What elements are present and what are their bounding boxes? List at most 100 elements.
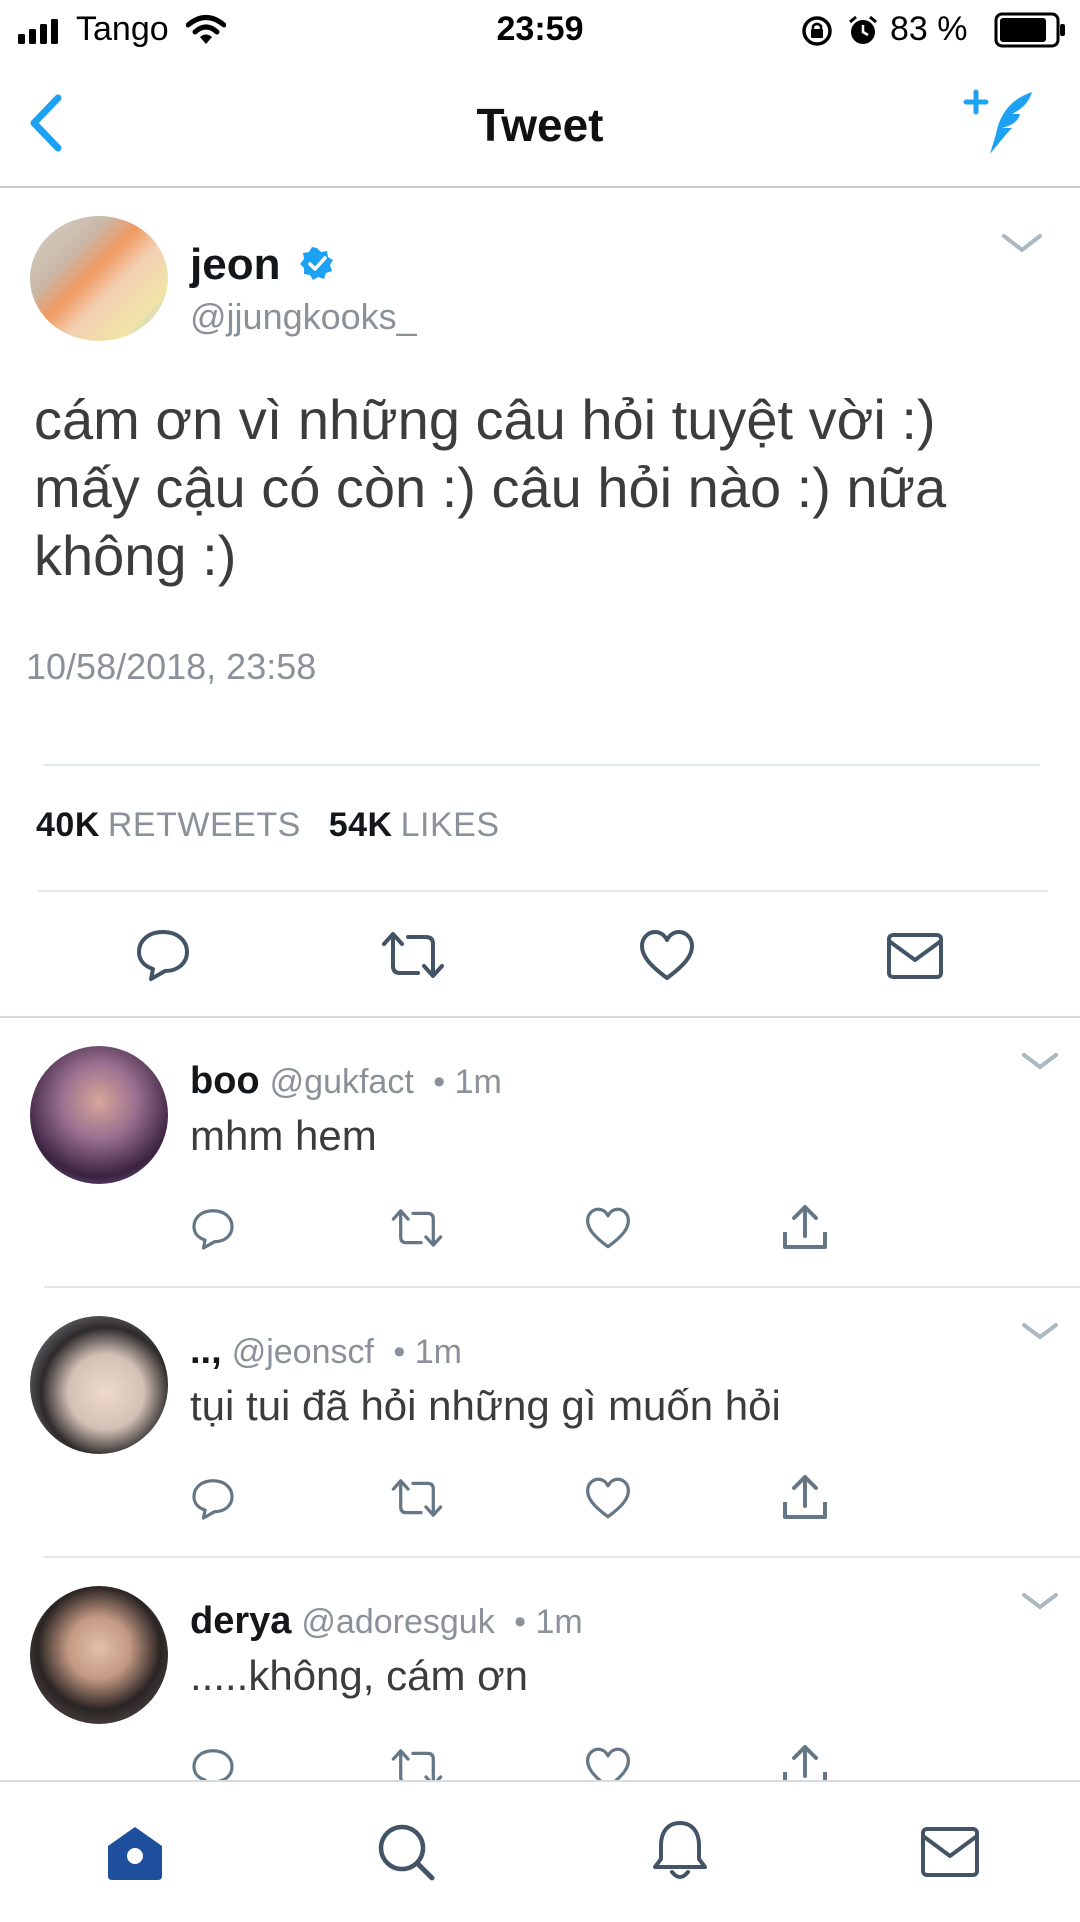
reply-action-bar [0,1202,1080,1258]
reply-item[interactable]: boo @gukfact • 1m mhm hem [0,1020,1080,1284]
home-icon [108,1827,162,1880]
share-button[interactable] [780,1742,830,1780]
retweet-button[interactable] [380,928,446,982]
share-button[interactable] [780,1202,830,1252]
share-icon [783,1205,827,1249]
reply-button[interactable] [190,1476,236,1522]
like-icon [586,1747,630,1780]
reply-button[interactable] [134,926,192,984]
reply-author-name[interactable]: boo [190,1060,260,1102]
reply-options-button[interactable] [1020,1590,1060,1612]
reply-header: boo @gukfact • 1m [190,1060,502,1103]
chevron-down-icon [1022,1053,1058,1070]
retweet-icon [391,1479,443,1517]
retweet-icon [382,932,444,978]
reply-icon [192,1479,234,1520]
author-handle[interactable]: @jjungkooks_ [190,296,417,338]
divider [38,890,1048,892]
like-button[interactable] [584,1206,632,1250]
battery-icon [994,12,1066,48]
tab-notifications[interactable] [650,1818,710,1884]
messages-icon [921,1827,979,1877]
divider [44,764,1040,766]
like-icon [585,1477,630,1519]
compose-tweet-button[interactable] [962,84,1042,164]
direct-message-button[interactable] [886,932,944,980]
tab-messages[interactable] [920,1826,980,1878]
tweet-action-bar [0,920,1080,992]
reply-avatar[interactable] [30,1586,168,1724]
likes-stat[interactable]: 54K LIKES [329,806,518,844]
reply-time: 1m [535,1603,583,1641]
tweet-text: cám ơn vì những câu hỏi tuyệt vời :) mấy… [34,388,947,587]
like-icon [640,930,694,980]
reply-avatar[interactable] [30,1316,168,1454]
tweet-timestamp: 10/58/2018, 23:58 [26,646,317,687]
separator-dot: • [423,1063,455,1101]
reply-button[interactable] [190,1746,236,1780]
reply-item[interactable]: derya @adoresguk • 1m .....không, cám ơn [0,1560,1080,1780]
direct-message-icon [887,933,943,979]
reply-icon [192,1209,234,1250]
notifications-icon [653,1821,707,1879]
divider [44,1286,1080,1288]
reply-action-bar [0,1742,1080,1780]
search-icon [378,1824,435,1881]
author-name[interactable]: jeon [190,240,335,290]
reply-options-button[interactable] [1020,1320,1060,1342]
like-button[interactable] [584,1746,632,1780]
retweets-stat[interactable]: 40K RETWEETS [36,806,329,844]
verified-badge-icon [299,247,333,280]
like-icon [585,1207,630,1249]
divider [44,1556,1080,1558]
author-avatar[interactable] [30,216,168,341]
status-bar: Tango 23:59 83 % [0,0,1080,62]
share-icon [783,1475,827,1519]
page-title: Tweet [476,99,604,151]
reply-text: mhm hem [190,1112,377,1159]
share-icon [783,1745,827,1780]
chevron-down-icon [1022,1593,1058,1610]
navigation-bar: Tweet [0,62,1080,188]
retweet-icon [391,1209,443,1247]
reply-action-bar [0,1472,1080,1528]
share-button[interactable] [780,1472,830,1522]
reply-text: tụi tui đã hỏi những gì muốn hỏi [190,1382,781,1429]
chevron-down-icon [1002,234,1042,253]
tab-search[interactable] [376,1822,436,1882]
reply-item[interactable]: .., @jeonscf • 1m tụi tui đã hỏi những gì… [0,1290,1080,1554]
retweet-button[interactable] [390,1476,444,1520]
reply-author-handle[interactable]: @gukfact [270,1063,414,1101]
reply-time: 1m [414,1333,462,1371]
reply-avatar[interactable] [30,1046,168,1184]
retweet-icon [391,1749,443,1780]
reply-header: derya @adoresguk • 1m [190,1600,583,1643]
retweet-button[interactable] [390,1206,444,1250]
reply-header: .., @jeonscf • 1m [190,1330,462,1373]
retweet-button[interactable] [390,1746,444,1780]
reply-time: 1m [454,1063,502,1101]
tab-home[interactable] [104,1824,166,1882]
reply-button[interactable] [190,1206,236,1252]
like-button[interactable] [638,928,696,982]
reply-options-button[interactable] [1020,1050,1060,1072]
alarm-icon [846,14,880,48]
like-button[interactable] [584,1476,632,1520]
bottom-tab-bar [0,1780,1080,1922]
reply-author-handle[interactable]: @adoresguk [301,1603,494,1641]
chevron-down-icon [1022,1323,1058,1340]
engagement-stats: 40K RETWEETS 54K LIKES [36,806,518,845]
battery-percentage: 83 % [890,10,968,48]
rotation-lock-icon [800,14,834,48]
reply-text: .....không, cám ơn [190,1652,529,1699]
separator-dot: • [504,1603,536,1641]
reply-icon [192,1749,234,1780]
separator-dot: • [383,1333,415,1371]
reply-author-name[interactable]: .., [190,1330,222,1372]
compose-tweet-icon [963,89,1032,154]
reply-author-handle[interactable]: @jeonscf [232,1333,374,1371]
divider [0,1016,1080,1018]
reply-icon [137,930,189,981]
tweet-options-button[interactable] [1000,230,1044,256]
reply-author-name[interactable]: derya [190,1600,291,1642]
